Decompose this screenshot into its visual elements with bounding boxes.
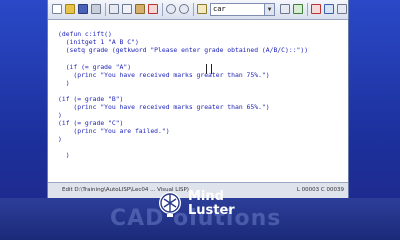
check-icon[interactable] bbox=[293, 4, 303, 14]
new-file-icon[interactable] bbox=[52, 4, 62, 14]
toolbar-separator bbox=[162, 3, 163, 16]
code-line: (if (= grade "A") bbox=[58, 63, 132, 71]
code-line: (setq grade (getkword "Please enter grad… bbox=[58, 46, 309, 54]
toolbar: car ▼ bbox=[48, 0, 348, 20]
visual-lisp-editor-window: car ▼ (defun c:ift() (initget 1 "A B C")… bbox=[47, 0, 349, 198]
save-icon[interactable] bbox=[78, 4, 88, 14]
code-line: (defun c:ift() bbox=[58, 30, 112, 38]
code-line: ) bbox=[58, 79, 70, 87]
code-line: (princ "You are failed.") bbox=[58, 127, 170, 135]
mind-luster-logo bbox=[159, 192, 181, 217]
undo-icon[interactable] bbox=[166, 4, 176, 14]
search-input[interactable]: car ▼ bbox=[210, 3, 275, 16]
cut-icon[interactable] bbox=[109, 4, 119, 14]
brand-line-2: Luster bbox=[188, 203, 235, 218]
paste-icon[interactable] bbox=[135, 4, 145, 14]
help-icon[interactable] bbox=[337, 4, 347, 14]
toolbar-separator bbox=[105, 3, 106, 16]
redo-icon[interactable] bbox=[179, 4, 189, 14]
code-line: (if (= grade "C") bbox=[58, 119, 124, 127]
load-icon[interactable] bbox=[324, 4, 334, 14]
delete-icon[interactable] bbox=[148, 4, 158, 14]
code-line: (princ "You have received marks greater … bbox=[58, 71, 270, 79]
cursor-position: L 00003 C 00039 bbox=[296, 187, 344, 193]
toolbar-separator bbox=[307, 3, 308, 16]
code-line: ) bbox=[58, 111, 62, 119]
text-cursor-icon bbox=[206, 64, 212, 74]
find-icon[interactable] bbox=[197, 4, 207, 14]
format-icon[interactable] bbox=[311, 4, 321, 14]
chevron-down-icon[interactable]: ▼ bbox=[264, 4, 274, 15]
search-icon[interactable] bbox=[280, 4, 290, 14]
print-icon[interactable] bbox=[91, 4, 101, 14]
code-line: (if (= grade "B") bbox=[58, 95, 124, 103]
brand-name: Mind Luster bbox=[188, 190, 235, 218]
open-folder-icon[interactable] bbox=[65, 4, 75, 14]
code-line: (princ "You have received marks greater … bbox=[58, 103, 270, 111]
copy-icon[interactable] bbox=[122, 4, 132, 14]
code-line: (initget 1 "A B C") bbox=[58, 38, 139, 46]
search-input-value: car bbox=[213, 5, 226, 13]
code-editor[interactable]: (defun c:ift() (initget 1 "A B C") (setq… bbox=[48, 20, 348, 182]
toolbar-separator bbox=[193, 3, 194, 16]
code-line: ) bbox=[58, 151, 70, 159]
brand-line-1: Mind bbox=[188, 189, 224, 204]
code-line: ) bbox=[58, 135, 62, 143]
